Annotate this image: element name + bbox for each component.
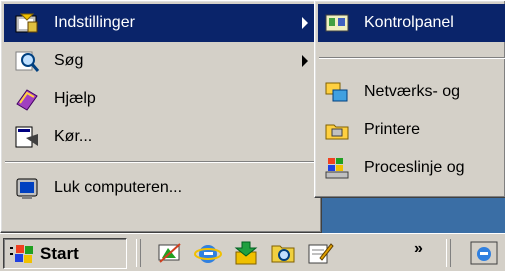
menu-separator: [319, 57, 505, 59]
menu-item-shutdown[interactable]: Luk computeren...: [4, 169, 318, 207]
toolbar-grip[interactable]: [136, 239, 141, 267]
submenu-item-control-panel[interactable]: Kontrolpanel: [318, 4, 505, 42]
printer-icon: [325, 124, 349, 140]
menu-item-search[interactable]: Søg: [4, 42, 318, 80]
desktop-icon[interactable]: [156, 240, 184, 266]
submenu-item-printers[interactable]: Printere: [318, 111, 505, 149]
menu-item-label: Kør...: [54, 128, 93, 145]
submenu-arrow-icon: [302, 55, 308, 67]
menu-item-settings[interactable]: Indstillinger: [4, 4, 318, 42]
submenu-arrow-icon: [302, 17, 308, 29]
menu-item-label: Søg: [54, 52, 84, 69]
help-book-icon: [16, 89, 38, 111]
settings-submenu: Kontrolpanel Netværks- og Printere Proce…: [314, 0, 505, 198]
menu-item-label: Luk computeren...: [54, 179, 183, 196]
taskbar: Start »: [0, 233, 505, 271]
network-icon: [325, 82, 348, 102]
windows-logo-icon: [10, 244, 33, 263]
submenu-item-label: Netværks- og: [364, 83, 461, 100]
submenu-item-label: Kontrolpanel: [364, 14, 454, 31]
menu-separator: [5, 161, 317, 163]
menu-item-label: Hjælp: [54, 90, 96, 107]
run-icon: [15, 126, 38, 148]
submenu-item-taskbar[interactable]: Proceslinje og: [318, 149, 505, 187]
start-menu: Indstillinger Søg Hjælp Kør... Luk compu…: [0, 0, 322, 233]
search-icon: [15, 51, 40, 72]
toolbar-grip[interactable]: [446, 239, 451, 267]
control-panel-icon: [325, 14, 349, 32]
menu-item-run[interactable]: Kør...: [4, 118, 318, 156]
taskbar-icon: [325, 158, 349, 179]
ie-window-icon[interactable]: [470, 240, 498, 266]
menu-item-help[interactable]: Hjælp: [4, 80, 318, 118]
settings-icon: [15, 13, 38, 33]
outlook-express-icon[interactable]: [232, 240, 260, 266]
menu-item-label: Indstillinger: [54, 14, 135, 31]
submenu-item-label: Printere: [364, 121, 421, 138]
notepad-icon[interactable]: [306, 240, 334, 266]
shutdown-icon: [16, 178, 38, 199]
start-label: Start: [40, 243, 79, 263]
more-chevron-icon[interactable]: »: [414, 240, 423, 258]
submenu-item-network[interactable]: Netværks- og: [318, 73, 505, 111]
explorer-icon[interactable]: [270, 240, 298, 266]
internet-explorer-icon[interactable]: [194, 240, 222, 266]
start-button[interactable]: Start: [3, 238, 127, 269]
submenu-item-label: Proceslinje og: [364, 159, 465, 176]
